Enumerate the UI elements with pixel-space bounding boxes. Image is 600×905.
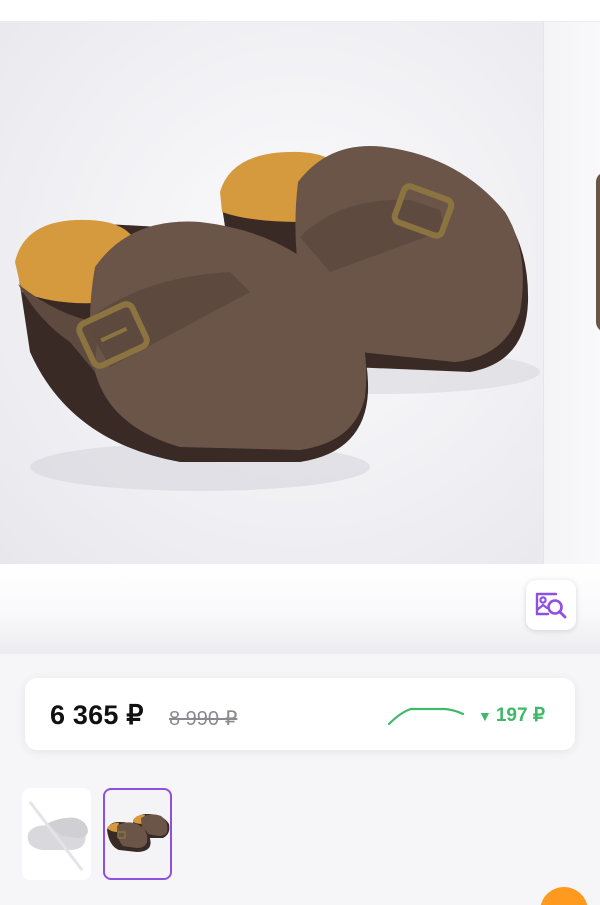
gallery-footer <box>0 564 600 654</box>
down-triangle-icon: ▼ <box>478 707 492 724</box>
clogs-image <box>15 146 540 491</box>
price-card[interactable]: 6 365 ₽ 8 990 ₽ ▼ 197 ₽ <box>25 678 575 750</box>
visual-search-button[interactable] <box>526 580 576 630</box>
price-drop-amount: 197 ₽ <box>495 705 545 726</box>
product-gallery[interactable] <box>0 22 600 564</box>
top-strip <box>0 0 600 22</box>
old-price: 8 990 ₽ <box>169 708 238 730</box>
price-trend-chart <box>387 707 465 726</box>
current-price: 6 365 ₽ <box>50 700 144 730</box>
thumbnail-clogs-image <box>107 814 170 852</box>
next-photo-edge <box>596 172 600 332</box>
thumbnail-strip <box>22 788 172 880</box>
thumbnail-placeholder[interactable] <box>22 788 91 880</box>
thumbnail-clogs[interactable] <box>103 788 172 880</box>
next-photo-preview[interactable] <box>543 22 600 564</box>
image-search-icon <box>535 592 567 619</box>
floating-action-button[interactable] <box>540 887 588 905</box>
shoe-outline-icon <box>27 801 88 871</box>
product-photo[interactable] <box>0 22 543 564</box>
price-drop: ▼ 197 ₽ <box>478 704 545 727</box>
